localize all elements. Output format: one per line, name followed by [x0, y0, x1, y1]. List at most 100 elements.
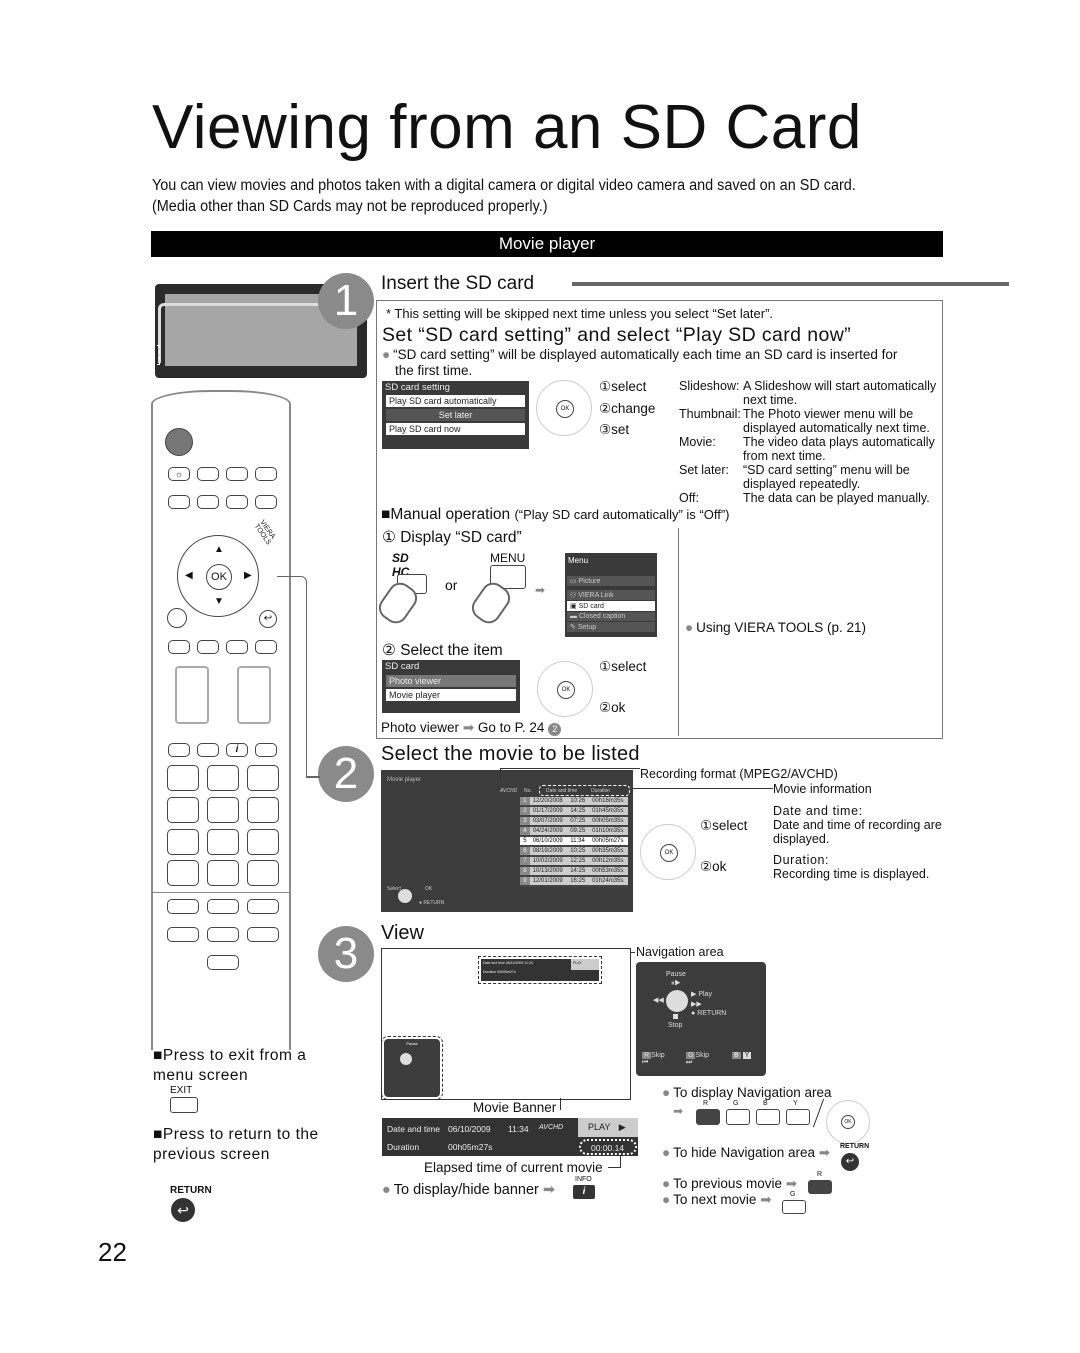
red-key[interactable]	[696, 1109, 720, 1125]
left-arrow-icon[interactable]: ◀	[185, 570, 193, 581]
movie-row[interactable]: 6 08/19/2009 10:25 00h35m35s	[520, 846, 628, 857]
movie-row[interactable]: 7 10/02/2009 12:25 00h12m35s	[520, 856, 628, 867]
nav-pause[interactable]: Pause	[666, 971, 686, 978]
number-button[interactable]	[167, 829, 199, 855]
down-arrow-icon[interactable]: ▼	[214, 596, 224, 607]
osd-item[interactable]: Play SD card automatically	[386, 395, 525, 407]
remote-button[interactable]	[207, 899, 239, 914]
movie-row[interactable]: 1 12/20/2008 10:26 00h16m35s	[520, 797, 628, 807]
sd-osd-item-photo-viewer[interactable]: Photo viewer	[386, 675, 516, 687]
movie-row[interactable]: 9 12/01/2009 16:25 01h24m35s	[520, 876, 628, 887]
menu-item-closed-caption[interactable]: ▬ Closed caption	[567, 612, 655, 621]
number-button[interactable]	[207, 797, 239, 823]
menu-item-label: VIERA Link	[578, 592, 614, 599]
remote-button[interactable]	[255, 743, 277, 757]
sd-osd-item-movie-player[interactable]: Movie player	[386, 689, 516, 701]
menu-item-viera-link[interactable]: ⚇ VIERA Link	[567, 590, 655, 600]
nav-dpad-icon[interactable]	[666, 990, 688, 1012]
return-key[interactable]: ↩	[171, 1198, 195, 1222]
channel-rocker[interactable]	[237, 666, 271, 724]
up-arrow-icon[interactable]: ▲	[214, 544, 224, 555]
remote-ok-button[interactable]: OK	[206, 564, 232, 590]
number-button[interactable]	[167, 797, 199, 823]
remote-button[interactable]	[197, 640, 219, 654]
remote-button[interactable]	[255, 495, 277, 509]
number-button[interactable]	[207, 860, 239, 886]
goto-page-link[interactable]: Go to P. 24	[478, 720, 545, 735]
remote-dpad[interactable]: ▲ ▼ ◀ ▶ OK	[177, 535, 259, 617]
arrow-right-icon: ➡	[760, 1192, 772, 1207]
movie-row[interactable]: 2 01/17/2009 14:25 01h45m35s	[520, 806, 628, 817]
remote-button[interactable]	[255, 640, 277, 654]
remote-button[interactable]	[168, 495, 190, 509]
blue-key[interactable]	[756, 1109, 780, 1125]
exit-button[interactable]	[207, 955, 239, 970]
remote-button[interactable]	[167, 899, 199, 914]
movie-row[interactable]: 8 10/13/2009 14:25 00h53m35s	[520, 866, 628, 877]
info-button[interactable]: i	[226, 743, 248, 757]
remote-button[interactable]	[247, 899, 279, 914]
column-header-no: No.	[524, 788, 532, 794]
remote-button[interactable]	[197, 495, 219, 509]
nav-skip-back[interactable]: R Skip ⏮	[642, 1052, 665, 1067]
yellow-key-icon[interactable]: Y	[742, 1052, 752, 1059]
exit-key[interactable]	[170, 1097, 198, 1113]
heading-rule	[572, 282, 1009, 286]
light-button[interactable]: ☼	[168, 467, 190, 481]
key-label-g: G	[733, 1100, 739, 1107]
option-desc: “SD card setting” menu will be displayed…	[743, 463, 910, 491]
nav-skip-forward[interactable]: G Skip ⏭	[686, 1052, 709, 1067]
blue-key-icon[interactable]: B	[732, 1052, 741, 1059]
rewind-icon[interactable]: ◀◀	[653, 996, 664, 1004]
osd-item[interactable]: Play SD card now	[386, 423, 525, 435]
number-button[interactable]	[207, 765, 239, 791]
remote-button[interactable]	[197, 743, 219, 757]
nav-play[interactable]: ▶ Play	[691, 990, 712, 998]
osd-item-selected[interactable]: Set later	[386, 409, 525, 421]
number-button[interactable]	[167, 765, 199, 791]
step-badge-icon: 2	[548, 723, 562, 736]
movie-row[interactable]: 5 06/10/2009 11:34 00h05m27s	[520, 836, 628, 847]
red-key[interactable]	[808, 1180, 832, 1194]
remote-button[interactable]	[168, 640, 190, 654]
return-button[interactable]: ↩	[259, 610, 277, 628]
number-button[interactable]	[247, 860, 279, 886]
nav-return[interactable]: ● RETURN	[691, 1010, 726, 1017]
number-button[interactable]	[247, 829, 279, 855]
return-key[interactable]: ↩	[841, 1153, 859, 1171]
number-button[interactable]	[247, 797, 279, 823]
menu-item-picture[interactable]: ▭ Picture	[567, 576, 655, 586]
remote-button[interactable]	[247, 927, 279, 942]
number-button[interactable]	[167, 860, 199, 886]
next-movie-label: To next movie	[673, 1192, 757, 1207]
number-button[interactable]	[247, 765, 279, 791]
movie-row[interactable]: 3 03/07/2009 07:25 00h05m35s	[520, 816, 628, 827]
remote-button[interactable]	[226, 495, 248, 509]
remote-button[interactable]	[168, 743, 190, 757]
right-arrow-icon[interactable]: ▶	[244, 570, 252, 581]
yellow-key[interactable]	[786, 1109, 810, 1125]
menu-item-sd-card[interactable]: ▣ SD card	[567, 601, 655, 611]
volume-rocker[interactable]	[175, 666, 209, 724]
menu-item-setup[interactable]: ✎ Setup	[567, 622, 655, 632]
green-key[interactable]	[726, 1109, 750, 1125]
screen-title: Movie player	[387, 777, 422, 783]
info-key[interactable]: i	[573, 1185, 595, 1199]
viera-tools-label[interactable]: VIERA TOOLS	[253, 519, 287, 559]
power-button[interactable]	[165, 428, 193, 456]
remote-button[interactable]	[226, 640, 248, 654]
remote-round-button[interactable]	[167, 608, 187, 628]
remote-button[interactable]	[197, 467, 219, 481]
remote-button[interactable]	[226, 467, 248, 481]
movie-banner: Date and time 06/10/2009 11:34 AVCHD PLA…	[382, 1118, 638, 1156]
green-key[interactable]	[782, 1200, 806, 1214]
nav-stop[interactable]: Stop	[668, 1022, 682, 1029]
number-button[interactable]	[207, 829, 239, 855]
movie-row[interactable]: 4 04/24/2009 09:25 01h10m35s	[520, 826, 628, 837]
movie-cell-no: 9	[520, 876, 530, 887]
remote-button[interactable]	[167, 927, 199, 942]
display-banner-note: To display/hide banner ➡	[382, 1182, 555, 1198]
remote-button[interactable]	[207, 927, 239, 942]
remote-button[interactable]	[255, 467, 277, 481]
fast-forward-icon[interactable]: ▶▶	[691, 1000, 702, 1008]
